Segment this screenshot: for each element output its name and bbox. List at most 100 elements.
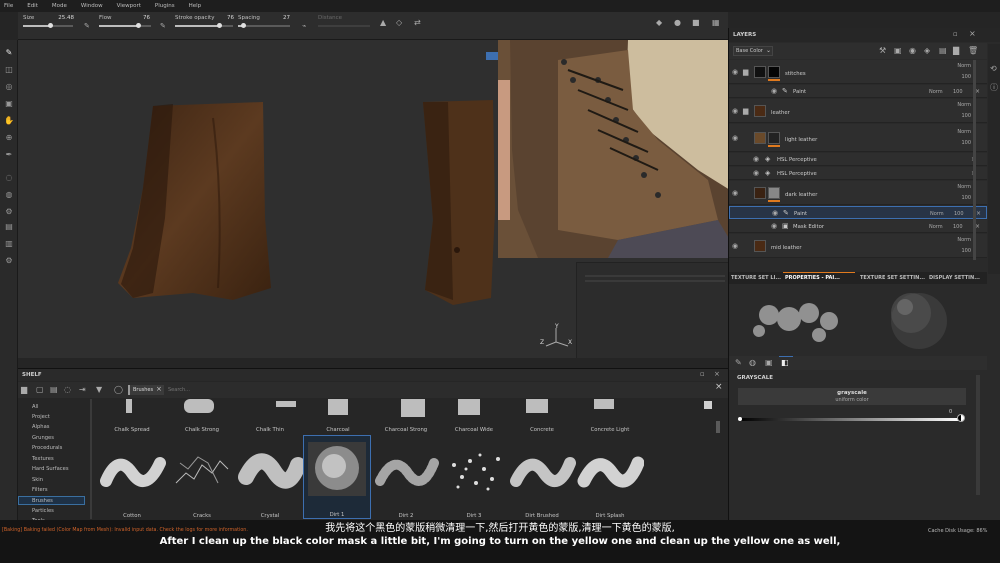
eye-icon[interactable]: ◉ (732, 189, 738, 197)
brush-label[interactable]: Chalk Spread (98, 427, 166, 433)
stroke-opacity-value[interactable]: 76 (214, 15, 234, 21)
info-icon[interactable]: ⓘ (990, 82, 998, 93)
remove-effect-icon[interactable]: × (976, 210, 981, 217)
stencil-icon[interactable]: ▣ (765, 358, 773, 367)
plugin-icon[interactable]: ⚙ (4, 256, 14, 266)
eraser-icon[interactable]: ◫ (4, 65, 14, 75)
brush-cotton[interactable]: Cotton (98, 443, 166, 519)
render-icon[interactable]: ● (674, 18, 681, 27)
grid-view-icon[interactable]: ▤ (50, 385, 58, 394)
effect-opacity[interactable]: 100 (954, 211, 964, 217)
effect-row[interactable]: ◉ ◈ HSL Perceptive × (729, 153, 987, 166)
spacing-value[interactable]: 27 (270, 15, 290, 21)
add-generator-icon[interactable]: ◉ (909, 46, 916, 55)
brush-dirt-brushed[interactable]: Dirt Brushed (508, 443, 576, 519)
layers-close-icon[interactable]: × (969, 29, 976, 38)
size-slider[interactable] (23, 23, 73, 28)
symmetry-mirror-icon[interactable]: ◇ (396, 18, 402, 27)
category-brushes[interactable]: Brushes (18, 496, 85, 505)
eye-icon[interactable]: ◉ (772, 209, 778, 217)
import-icon[interactable]: ⇥ (79, 385, 86, 394)
smudge-icon[interactable]: ✋ (4, 116, 14, 126)
effect-row[interactable]: ◉ ◈ HSL Perceptive × (729, 167, 987, 180)
delete-layer-icon[interactable]: 🗑 (968, 46, 978, 55)
shelf-close-icon[interactable]: × (714, 370, 720, 378)
clone-icon[interactable]: ⊕ (4, 133, 14, 143)
categories-scrollbar[interactable] (90, 399, 92, 519)
channel-select[interactable]: Base Color ⌄ (733, 46, 773, 56)
effect-row[interactable]: ◉ ▣ Mask Editor Norm 100 × (729, 220, 987, 233)
layer-row[interactable]: ◉ dark leather Norm 100 (729, 181, 987, 205)
refresh-icon[interactable]: ◯ (114, 385, 123, 394)
brush-dirt-2[interactable]: Dirt 2 (372, 443, 440, 519)
add-layer-icon[interactable]: ▤ (939, 46, 947, 55)
add-fill-icon[interactable]: ◈ (924, 46, 930, 55)
new-shelf-icon[interactable]: ▢ (36, 385, 44, 394)
layer-blend[interactable]: Norm (957, 237, 971, 243)
spacing-slider[interactable] (238, 23, 290, 28)
menu-plugins[interactable]: Plugins (155, 3, 175, 9)
mask-thumbnail[interactable] (768, 187, 780, 199)
layer-opacity[interactable]: 100 (961, 195, 971, 201)
add-mask-icon[interactable]: ▣ (894, 46, 902, 55)
projection-icon[interactable]: ◎ (4, 82, 14, 92)
grayscale-slider-knob[interactable] (738, 417, 742, 421)
shelf-search-input[interactable] (168, 385, 708, 395)
history-icon[interactable]: ⟲ (990, 64, 997, 73)
flow-slider[interactable] (99, 23, 151, 28)
brush-icon[interactable]: ✎ (735, 358, 742, 367)
viewport-mode-badge[interactable] (486, 52, 498, 60)
clear-search-icon[interactable]: × (715, 382, 723, 392)
color-picker-icon[interactable]: ✒ (4, 150, 14, 160)
brush-label[interactable]: Concrete (508, 427, 576, 433)
category-alphas[interactable]: Alphas (32, 424, 49, 430)
polygon-fill-icon[interactable]: ▣ (4, 99, 14, 109)
category-particles[interactable]: Particles (32, 508, 54, 514)
layers-float-icon[interactable]: ▫ (953, 30, 958, 38)
camera-icon[interactable]: ◆ (656, 18, 662, 27)
filter-icon[interactable]: ▼ (96, 385, 102, 394)
menu-file[interactable]: File (4, 3, 13, 9)
flow-value[interactable]: 76 (130, 15, 150, 21)
eye-icon[interactable]: ◉ (771, 87, 777, 95)
effect-blend[interactable]: Norm (929, 89, 943, 95)
category-textures[interactable]: Textures (32, 456, 54, 462)
pen-pressure-icon[interactable]: ✎ (84, 22, 90, 30)
layer-opacity[interactable]: 100 (961, 248, 971, 254)
grayscale-source[interactable]: grayscale uniform color (738, 388, 966, 405)
material-icon[interactable]: ◍ (749, 358, 756, 367)
layer-blend[interactable]: Norm (957, 63, 971, 69)
layer-row[interactable]: ◉ ▆ stitches Norm 100 (729, 60, 987, 84)
effect-opacity[interactable]: 100 (953, 224, 963, 230)
category-project[interactable]: Project (32, 414, 50, 420)
brush-dirt-splash[interactable]: Dirt Splash (576, 443, 645, 519)
grayscale-value[interactable]: 0 (949, 409, 952, 415)
effect-blend[interactable]: Norm (930, 211, 944, 217)
eye-icon[interactable]: ◉ (732, 68, 738, 76)
distance-slider[interactable] (318, 25, 370, 27)
category-all[interactable]: All (32, 404, 38, 410)
size-slider-knob[interactable] (48, 23, 53, 28)
menu-viewport[interactable]: Viewport (117, 3, 141, 9)
tab-display-settings[interactable]: DISPLAY SETTIN... (929, 275, 980, 281)
effect-row-selected[interactable]: ◉ ✎ Paint Norm 100 × (729, 206, 987, 219)
layer-row[interactable]: ◉ mid leather Norm 100 (729, 234, 987, 258)
settings-icon[interactable]: ⚙ (4, 207, 14, 217)
layer-blend[interactable]: Norm (957, 129, 971, 135)
brush-label[interactable]: Concrete Light (576, 427, 644, 433)
layer-opacity[interactable]: 100 (961, 74, 971, 80)
category-procedurals[interactable]: Procedurals (32, 445, 62, 451)
layers-icon[interactable]: ◍ (4, 190, 14, 200)
menu-edit[interactable]: Edit (27, 3, 38, 9)
category-hard-surfaces[interactable]: Hard Surfaces (32, 466, 69, 472)
filter-tag-close-icon[interactable]: × (156, 385, 162, 393)
boot-model-left[interactable] (113, 98, 283, 308)
layer-row[interactable]: ◉ ▆ leather Norm 100 (729, 99, 987, 123)
size-value[interactable]: 25.48 (54, 15, 74, 21)
grayscale-icon[interactable]: ◧ (781, 358, 789, 367)
effect-opacity[interactable]: 100 (953, 89, 963, 95)
add-effect-icon[interactable]: ⚒ (879, 46, 886, 55)
brush-cracks[interactable]: Cracks (168, 443, 236, 519)
layer-opacity[interactable]: 100 (961, 140, 971, 146)
effect-blend[interactable]: Norm (929, 224, 943, 230)
